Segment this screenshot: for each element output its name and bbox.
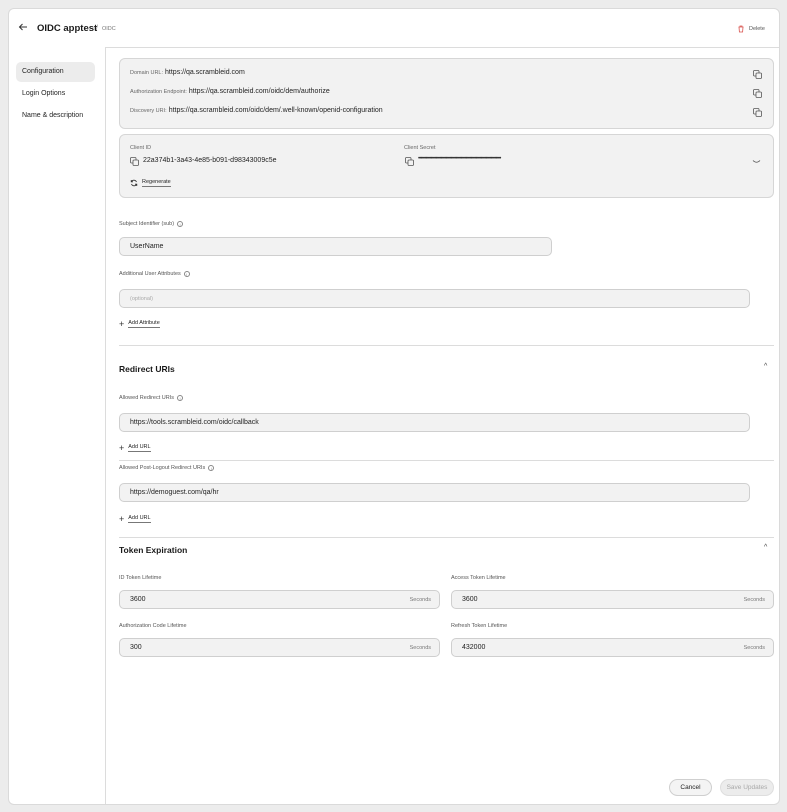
auth-code-label: Authorization Code Lifetime bbox=[119, 623, 187, 629]
access-token-label: Access Token Lifetime bbox=[451, 575, 506, 581]
discovery-uri-label: Discovery URI bbox=[130, 108, 166, 114]
client-secret-value: ••••••••••••••••••••••••••••••••••••••••… bbox=[418, 156, 501, 162]
subject-identifier-label: Subject Identifier (sub) i bbox=[119, 221, 184, 227]
additional-attributes-label: Additional User Attributes i bbox=[119, 271, 190, 277]
section-divider bbox=[119, 460, 774, 461]
eye-toggle-icon[interactable] bbox=[752, 159, 761, 165]
refresh-token-value: 432000 bbox=[462, 644, 486, 651]
additional-attributes-placeholder: (optional) bbox=[130, 295, 153, 302]
chevron-up-icon[interactable]: ^ bbox=[764, 363, 767, 370]
add-attribute-button[interactable]: + Add Attribute bbox=[119, 319, 160, 329]
auth-endpoint-label: Authorization Endpoint bbox=[130, 89, 186, 95]
domain-url-row: Domain URL: https://qa.scrambleid.com bbox=[130, 69, 245, 76]
add-url-label: Add URL bbox=[128, 444, 151, 452]
allowed-redirect-label-text: Allowed Redirect URIs bbox=[119, 395, 175, 401]
sidebar-item-login-options[interactable]: Login Options bbox=[16, 84, 95, 104]
token-expiration-heading: Token Expiration bbox=[119, 545, 188, 555]
additional-attributes-label-text: Additional User Attributes bbox=[119, 271, 181, 277]
regenerate-button[interactable]: Regenerate bbox=[130, 179, 171, 187]
subject-identifier-input[interactable]: UserName bbox=[119, 237, 552, 256]
copy-icon[interactable] bbox=[753, 108, 762, 117]
plus-icon: + bbox=[119, 443, 125, 453]
domain-url-label: Domain URL bbox=[130, 70, 162, 76]
allowed-redirect-input[interactable]: https://tools.scrambleid.com/oidc/callba… bbox=[119, 413, 750, 432]
chevron-up-icon[interactable]: ^ bbox=[764, 544, 767, 551]
post-logout-label: Allowed Post-Logout Redirect URIs i bbox=[119, 465, 215, 471]
breadcrumb-separator: / bbox=[96, 25, 98, 32]
delete-label: Delete bbox=[749, 26, 765, 32]
header-divider bbox=[105, 47, 779, 48]
subject-identifier-label-text: Subject Identifier (sub) bbox=[119, 221, 175, 227]
post-logout-value: https://demoguest.com/qa/hr bbox=[130, 489, 219, 496]
regenerate-label: Regenerate bbox=[142, 179, 171, 187]
section-divider bbox=[119, 537, 774, 538]
id-token-value: 3600 bbox=[130, 596, 146, 603]
unit-label: Seconds bbox=[743, 596, 765, 603]
refresh-token-input[interactable]: 432000 Seconds bbox=[451, 638, 774, 657]
subject-identifier-value: UserName bbox=[130, 243, 164, 250]
additional-attributes-input[interactable]: (optional) bbox=[119, 289, 750, 308]
app-window: OIDC apptest / OIDC Delete Configuration… bbox=[8, 8, 780, 805]
unit-label: Seconds bbox=[743, 644, 765, 651]
copy-icon[interactable] bbox=[405, 157, 414, 166]
page-title: OIDC apptest bbox=[37, 23, 98, 34]
sidebar-divider bbox=[105, 47, 106, 804]
post-logout-label-text: Allowed Post-Logout Redirect URIs bbox=[119, 465, 206, 471]
save-updates-button[interactable]: Save Updates bbox=[720, 779, 774, 796]
allowed-redirect-label: Allowed Redirect URIs i bbox=[119, 395, 184, 401]
id-token-label: ID Token Lifetime bbox=[119, 575, 162, 581]
info-icon[interactable]: i bbox=[183, 271, 190, 277]
copy-icon[interactable] bbox=[753, 70, 762, 79]
info-icon[interactable]: i bbox=[208, 465, 215, 471]
refresh-icon bbox=[130, 179, 138, 187]
section-divider bbox=[119, 345, 774, 346]
sidebar-item-configuration[interactable]: Configuration bbox=[16, 62, 95, 82]
add-url-button[interactable]: + Add URL bbox=[119, 514, 151, 524]
info-icon[interactable]: i bbox=[177, 395, 184, 401]
cancel-button[interactable]: Cancel bbox=[669, 779, 712, 796]
auth-code-input[interactable]: 300 Seconds bbox=[119, 638, 440, 657]
add-attribute-label: Add Attribute bbox=[128, 320, 160, 328]
copy-icon[interactable] bbox=[130, 157, 139, 166]
add-url-label: Add URL bbox=[128, 515, 151, 523]
unit-label: Seconds bbox=[409, 644, 431, 651]
access-token-value: 3600 bbox=[462, 596, 478, 603]
add-url-button[interactable]: + Add URL bbox=[119, 443, 151, 453]
trash-icon bbox=[738, 25, 744, 33]
client-id-value: 22a374b1-3a43-4e85-b091-d98343009c5e bbox=[143, 157, 277, 164]
refresh-token-label: Refresh Token Lifetime bbox=[451, 623, 508, 629]
breadcrumb[interactable]: OIDC bbox=[102, 26, 116, 32]
client-secret-label: Client Secret bbox=[404, 145, 436, 151]
unit-label: Seconds bbox=[409, 596, 431, 603]
redirect-uris-heading: Redirect URIs bbox=[119, 364, 175, 374]
auth-endpoint-row: Authorization Endpoint: https://qa.scramb… bbox=[130, 88, 330, 95]
id-token-input[interactable]: 3600 Seconds bbox=[119, 590, 440, 609]
plus-icon: + bbox=[119, 514, 125, 524]
plus-icon: + bbox=[119, 319, 125, 329]
delete-button[interactable]: Delete bbox=[737, 24, 765, 34]
access-token-input[interactable]: 3600 Seconds bbox=[451, 590, 774, 609]
auth-endpoint-value: https://qa.scrambleid.com/oidc/dem/autho… bbox=[188, 88, 330, 95]
client-credentials-card bbox=[119, 134, 774, 198]
allowed-redirect-value: https://tools.scrambleid.com/oidc/callba… bbox=[130, 419, 259, 426]
post-logout-input[interactable]: https://demoguest.com/qa/hr bbox=[119, 483, 750, 502]
info-icon[interactable]: i bbox=[177, 221, 184, 227]
discovery-uri-value: https://qa.scrambleid.com/oidc/dem/.well… bbox=[168, 107, 383, 114]
domain-url-value: https://qa.scrambleid.com bbox=[165, 69, 245, 76]
sidebar-item-name-description[interactable]: Name & description bbox=[16, 106, 95, 126]
back-arrow-icon[interactable] bbox=[18, 22, 32, 34]
auth-code-value: 300 bbox=[130, 644, 142, 651]
copy-icon[interactable] bbox=[753, 89, 762, 98]
discovery-uri-row: Discovery URI: https://qa.scrambleid.com/… bbox=[130, 107, 383, 114]
client-id-label: Client ID bbox=[130, 145, 152, 151]
